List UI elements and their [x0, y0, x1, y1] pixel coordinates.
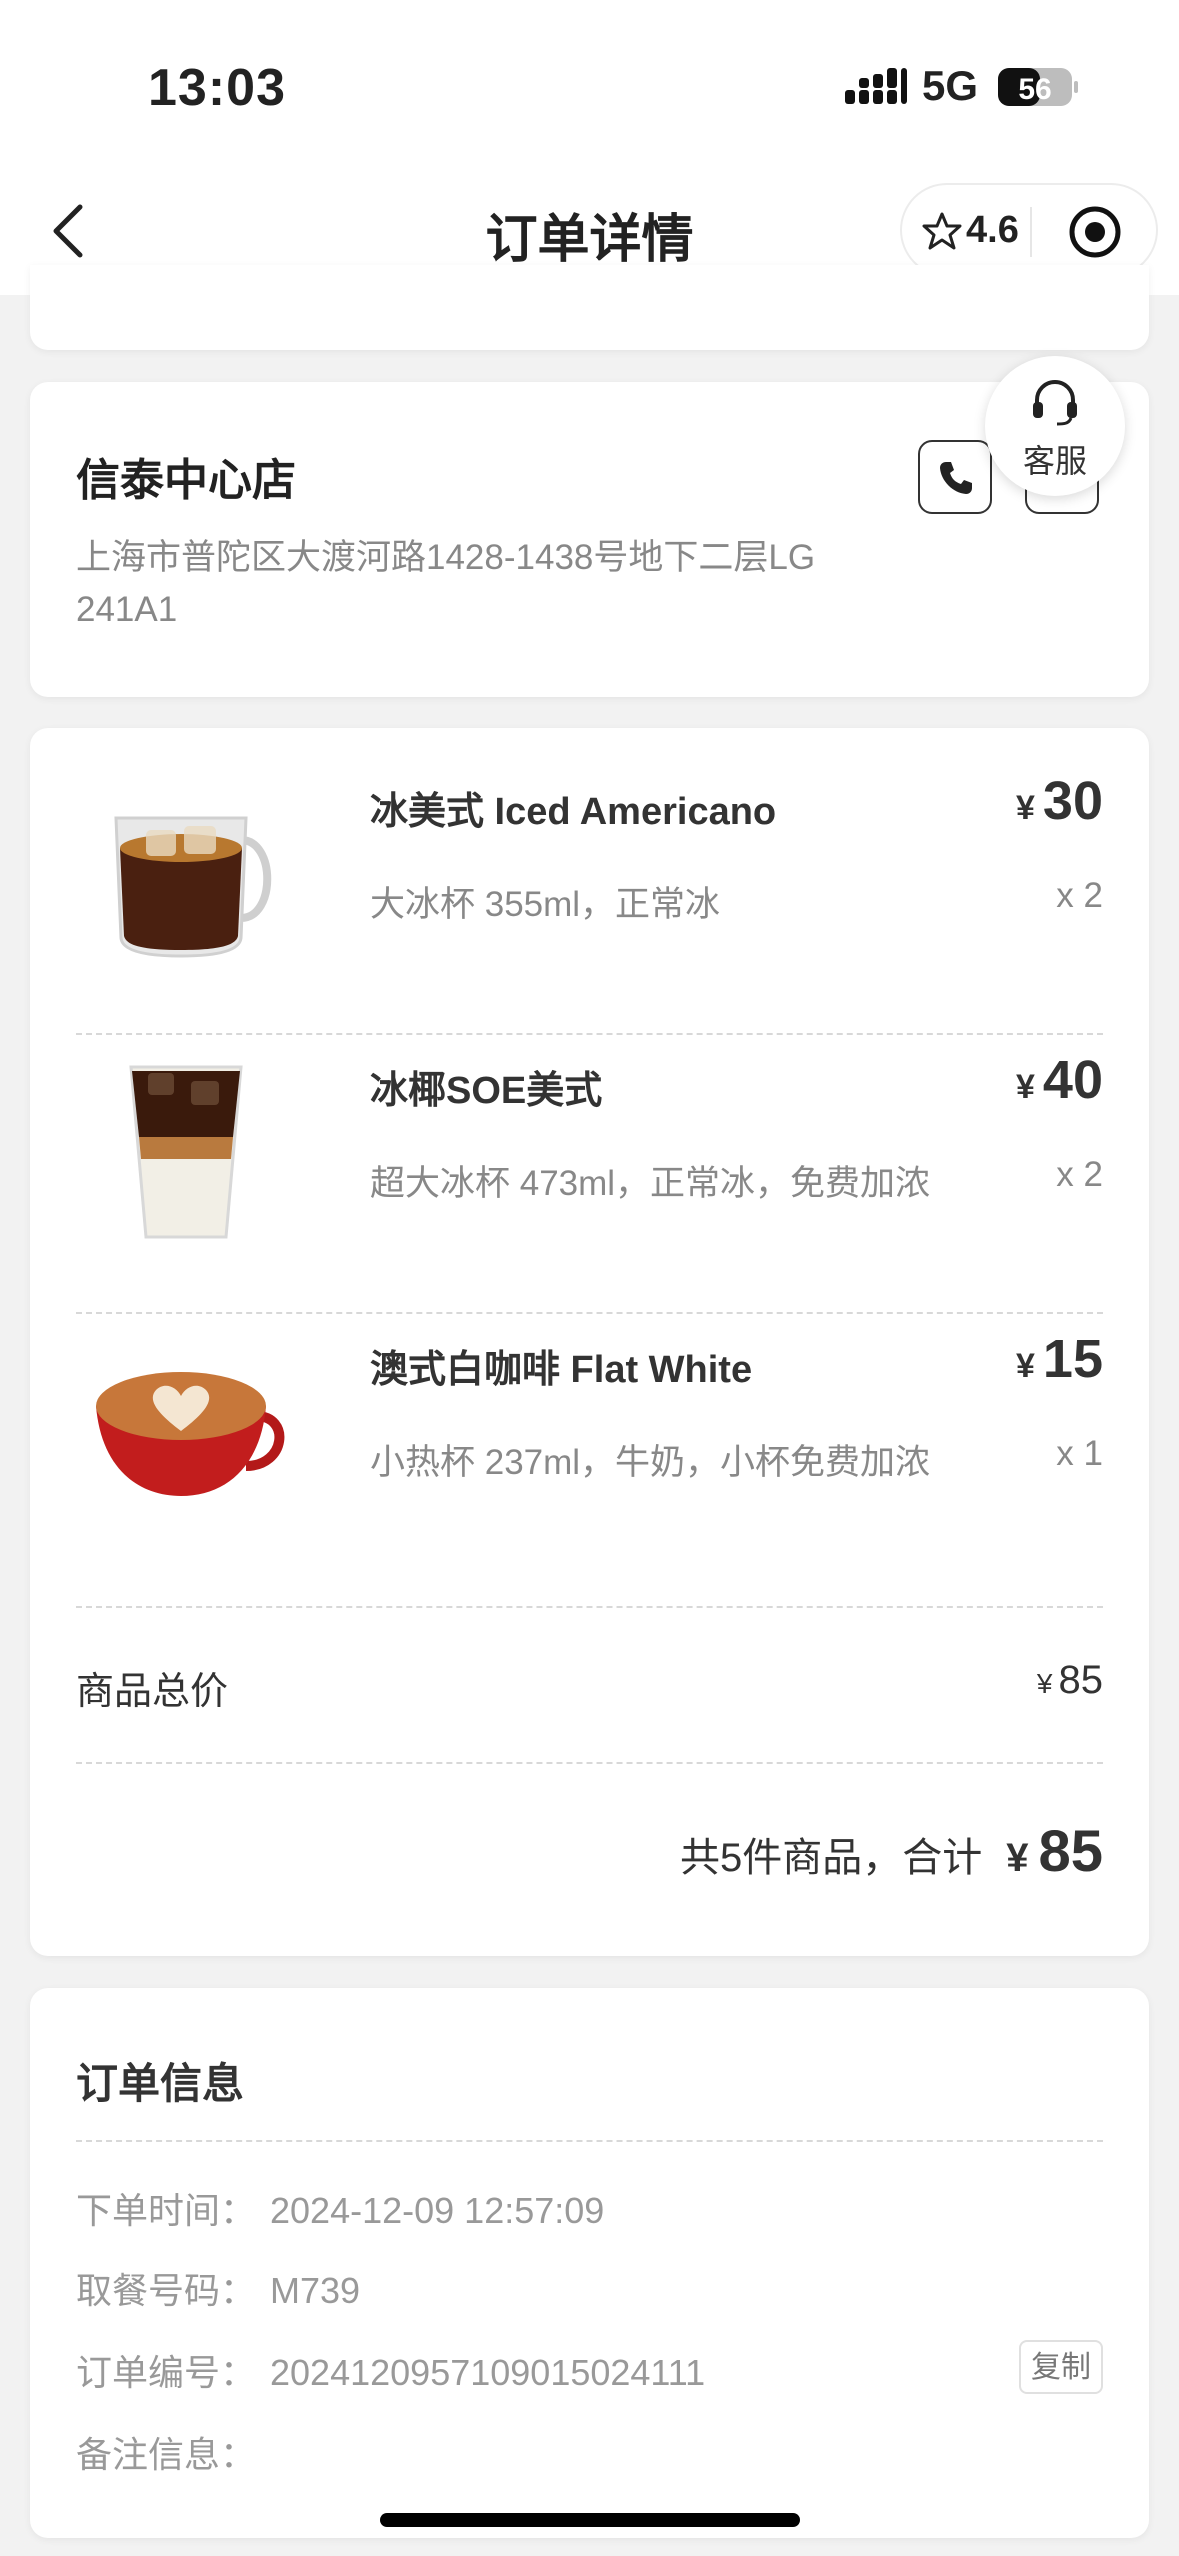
store-name: 信泰中心店 — [76, 456, 296, 505]
rating-value[interactable]: 4.6 — [966, 209, 1019, 252]
item-name: 冰美式 Iced Americano — [370, 791, 777, 833]
currency-symbol: ¥ — [1006, 1836, 1029, 1880]
status-bar: 13:03 5G 56 — [0, 0, 1179, 165]
item-price-value: 30 — [1042, 771, 1103, 831]
divider — [76, 1762, 1103, 1764]
divider — [76, 1606, 1103, 1608]
item-price: ¥15 — [1016, 1328, 1103, 1390]
network-label: 5G — [922, 62, 979, 109]
item-spec: 大冰杯 355ml，正常冰 — [370, 885, 721, 924]
pickup-number-row: 取餐号码： M739 — [76, 2262, 360, 2314]
order-number-value: 2024120957109015024111 — [270, 2352, 706, 2393]
item-spec: 超大冰杯 473ml，正常冰，免费加浓 — [370, 1164, 931, 1203]
pickup-number-value: M739 — [270, 2270, 361, 2311]
list-item[interactable]: 冰椰SOE美式 超大冰杯 473ml，正常冰，免费加浓 ¥40 x 2 — [76, 1007, 1103, 1285]
iced-americano-image — [114, 816, 272, 958]
capsule-divider — [1030, 207, 1032, 257]
order-number-row: 订单编号： 2024120957109015024111 — [76, 2344, 705, 2396]
battery-icon: 56 — [998, 68, 1078, 106]
divider — [76, 2140, 1103, 2142]
item-price: ¥30 — [1016, 770, 1103, 832]
list-item[interactable]: 澳式白咖啡 Flat White 小热杯 237ml，牛奶，小杯免费加浓 ¥15… — [76, 1286, 1103, 1564]
order-time-row: 下单时间： 2024-12-09 12:57:09 — [76, 2182, 604, 2234]
item-price-value: 40 — [1042, 1050, 1103, 1110]
iced-coconut-soe-americano-image — [129, 1065, 243, 1239]
item-name: 澳式白咖啡 Flat White — [370, 1349, 753, 1391]
battery-level: 56 — [1018, 73, 1051, 106]
customer-service-label: 客服 — [1022, 443, 1087, 479]
item-price: ¥40 — [1016, 1049, 1103, 1111]
customer-service-button[interactable]: 客服 — [985, 356, 1125, 496]
flat-white-image — [96, 1372, 285, 1496]
currency-symbol: ¥ — [1016, 1068, 1035, 1106]
call-store-button[interactable] — [918, 440, 992, 514]
item-quantity: x 2 — [1056, 1155, 1103, 1194]
order-number-label: 订单编号： — [76, 2352, 257, 2393]
star-icon[interactable] — [922, 211, 962, 251]
order-info-card: 订单信息 下单时间： 2024-12-09 12:57:09 取餐号码： M739 … — [30, 1988, 1149, 2538]
currency-symbol: ¥ — [1016, 789, 1035, 827]
order-time-value: 2024-12-09 12:57:09 — [270, 2190, 605, 2231]
mini-program-capsule: 4.6 — [900, 183, 1158, 277]
item-spec: 小热杯 237ml，牛奶，小杯免费加浓 — [370, 1443, 931, 1482]
remarks-row: 备注信息： — [76, 2426, 270, 2478]
total-text: 共5件商品，合计 — [679, 1836, 983, 1880]
item-quantity: x 2 — [1056, 876, 1103, 915]
copy-order-number-button[interactable]: 复制 — [1019, 2340, 1103, 2394]
phone-icon — [940, 462, 972, 494]
total-amount: ¥85 — [1006, 1819, 1103, 1884]
order-time-label: 下单时间： — [76, 2190, 257, 2231]
pickup-number-label: 取餐号码： — [76, 2270, 257, 2311]
item-price-value: 15 — [1042, 1329, 1103, 1389]
subtotal-label: 商品总价 — [76, 1671, 229, 1713]
list-item[interactable]: 冰美式 Iced Americano 大冰杯 355ml，正常冰 ¥30 x 2 — [76, 728, 1103, 1006]
previous-card — [30, 265, 1149, 350]
store-card: 信泰中心店 上海市普陀区大渡河路1428-1438号地下二层LG 241A1 — [30, 382, 1149, 697]
home-indicator[interactable] — [380, 2513, 800, 2527]
remarks-label: 备注信息： — [76, 2434, 257, 2475]
order-total: 共5件商品，合计 ¥85 — [680, 1818, 1103, 1885]
status-time: 13:03 — [148, 59, 286, 117]
order-items-card: 冰美式 Iced Americano 大冰杯 355ml，正常冰 ¥30 x 2… — [30, 728, 1149, 1956]
order-info-title: 订单信息 — [76, 2060, 245, 2107]
currency-symbol: ¥ — [1016, 1347, 1035, 1385]
headset-icon — [1033, 379, 1077, 426]
subtotal-value: ¥85 — [1037, 1658, 1103, 1703]
currency-symbol: ¥ — [1036, 1668, 1053, 1699]
item-name: 冰椰SOE美式 — [370, 1070, 603, 1112]
signal-icon — [845, 68, 907, 104]
target-icon[interactable] — [1068, 205, 1122, 259]
subtotal-amount: 85 — [1058, 1658, 1104, 1702]
store-address: 上海市普陀区大渡河路1428-1438号地下二层LG 241A1 — [76, 538, 816, 629]
total-value: 85 — [1038, 1819, 1103, 1884]
item-quantity: x 1 — [1056, 1434, 1103, 1473]
